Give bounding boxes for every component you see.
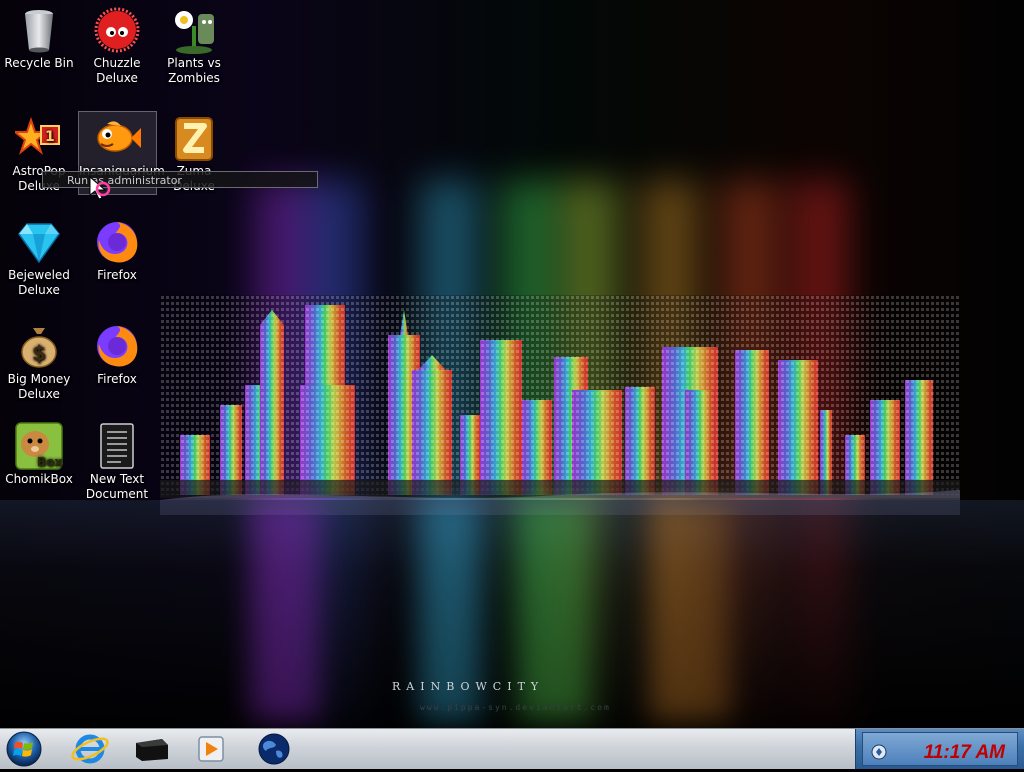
desktop-icon-plants-vs-zombies[interactable]: Plants vs Zombies	[156, 6, 232, 86]
desktop-icon-firefox-2[interactable]: Firefox	[79, 322, 155, 387]
zuma-icon	[170, 114, 218, 162]
media-player-icon	[198, 736, 224, 762]
svg-text:1: 1	[45, 129, 55, 145]
chuzzle-icon	[93, 6, 141, 54]
desktop-icon-chuzzle[interactable]: Chuzzle Deluxe	[79, 6, 155, 86]
plants-vs-zombies-icon	[170, 6, 218, 54]
taskbar-internet-explorer[interactable]	[64, 731, 116, 767]
desktop-icon-firefox-1[interactable]: Firefox	[79, 218, 155, 283]
tray-panel: 11:17 AM	[862, 732, 1018, 766]
svg-text:$: $	[32, 341, 46, 365]
tooltip-text: Run as administrator	[67, 174, 182, 187]
taskbar-media-player[interactable]	[184, 731, 236, 767]
icon-label: ChomikBox	[5, 472, 73, 486]
recycle-bin-icon	[15, 6, 63, 54]
windows-start-icon	[6, 731, 42, 767]
desktop-icon-chomikbox[interactable]: Box ChomikBox	[1, 422, 77, 487]
icon-label: Firefox	[97, 268, 137, 282]
taskbar-clock[interactable]: 11:17 AM	[924, 742, 1005, 764]
text-document-icon	[93, 422, 141, 470]
icon-label: Big Money Deluxe	[7, 372, 71, 401]
icon-label: Recycle Bin	[4, 56, 74, 70]
context-tooltip: Run as administrator	[42, 171, 318, 188]
astropop-icon: 1	[12, 114, 63, 162]
desktop-icon-recycle-bin[interactable]: Recycle Bin	[1, 6, 77, 71]
bejeweled-icon	[15, 218, 63, 266]
icon-label: Chuzzle Deluxe	[93, 56, 141, 85]
icon-label: New Text Document	[85, 472, 149, 501]
desktop-icon-new-text-document[interactable]: New Text Document	[79, 422, 155, 502]
icon-label: Firefox	[97, 372, 137, 386]
firefox-icon	[93, 218, 141, 266]
insaniquarium-icon	[93, 114, 141, 162]
desktop-icon-bejeweled[interactable]: Bejeweled Deluxe	[1, 218, 77, 298]
wallpaper-water	[0, 500, 1024, 728]
desktop[interactable]: RAINBOWCITY www.pippa-syn.deviantart.com…	[0, 0, 1024, 728]
icon-label: Bejeweled Deluxe	[8, 268, 70, 297]
terminal-icon	[136, 739, 168, 761]
firefox-icon	[93, 322, 141, 370]
svg-text:Box: Box	[37, 455, 62, 469]
start-button[interactable]	[4, 730, 44, 768]
desktop-icon-insaniquarium[interactable]: Insaniquarium	[79, 114, 165, 179]
system-tray: 11:17 AM	[855, 729, 1024, 769]
icon-label: Plants vs Zombies	[167, 56, 221, 85]
desktop-icon-big-money[interactable]: $ Big Money Deluxe	[1, 322, 77, 402]
cursor-icon	[89, 176, 111, 200]
wallpaper-title: RAINBOWCITY	[392, 680, 545, 693]
internet-explorer-icon	[71, 734, 109, 764]
big-money-icon: $	[15, 322, 63, 370]
wallpaper-url: www.pippa-syn.deviantart.com	[420, 703, 611, 712]
taskbar: 11:17 AM	[0, 728, 1024, 769]
globe-icon	[258, 733, 290, 765]
taskbar-terminal[interactable]	[124, 731, 176, 767]
wallpaper-skyline	[160, 295, 960, 515]
taskbar-globe[interactable]	[248, 731, 300, 767]
chomikbox-icon: Box	[15, 422, 63, 470]
network-icon[interactable]	[871, 744, 887, 760]
